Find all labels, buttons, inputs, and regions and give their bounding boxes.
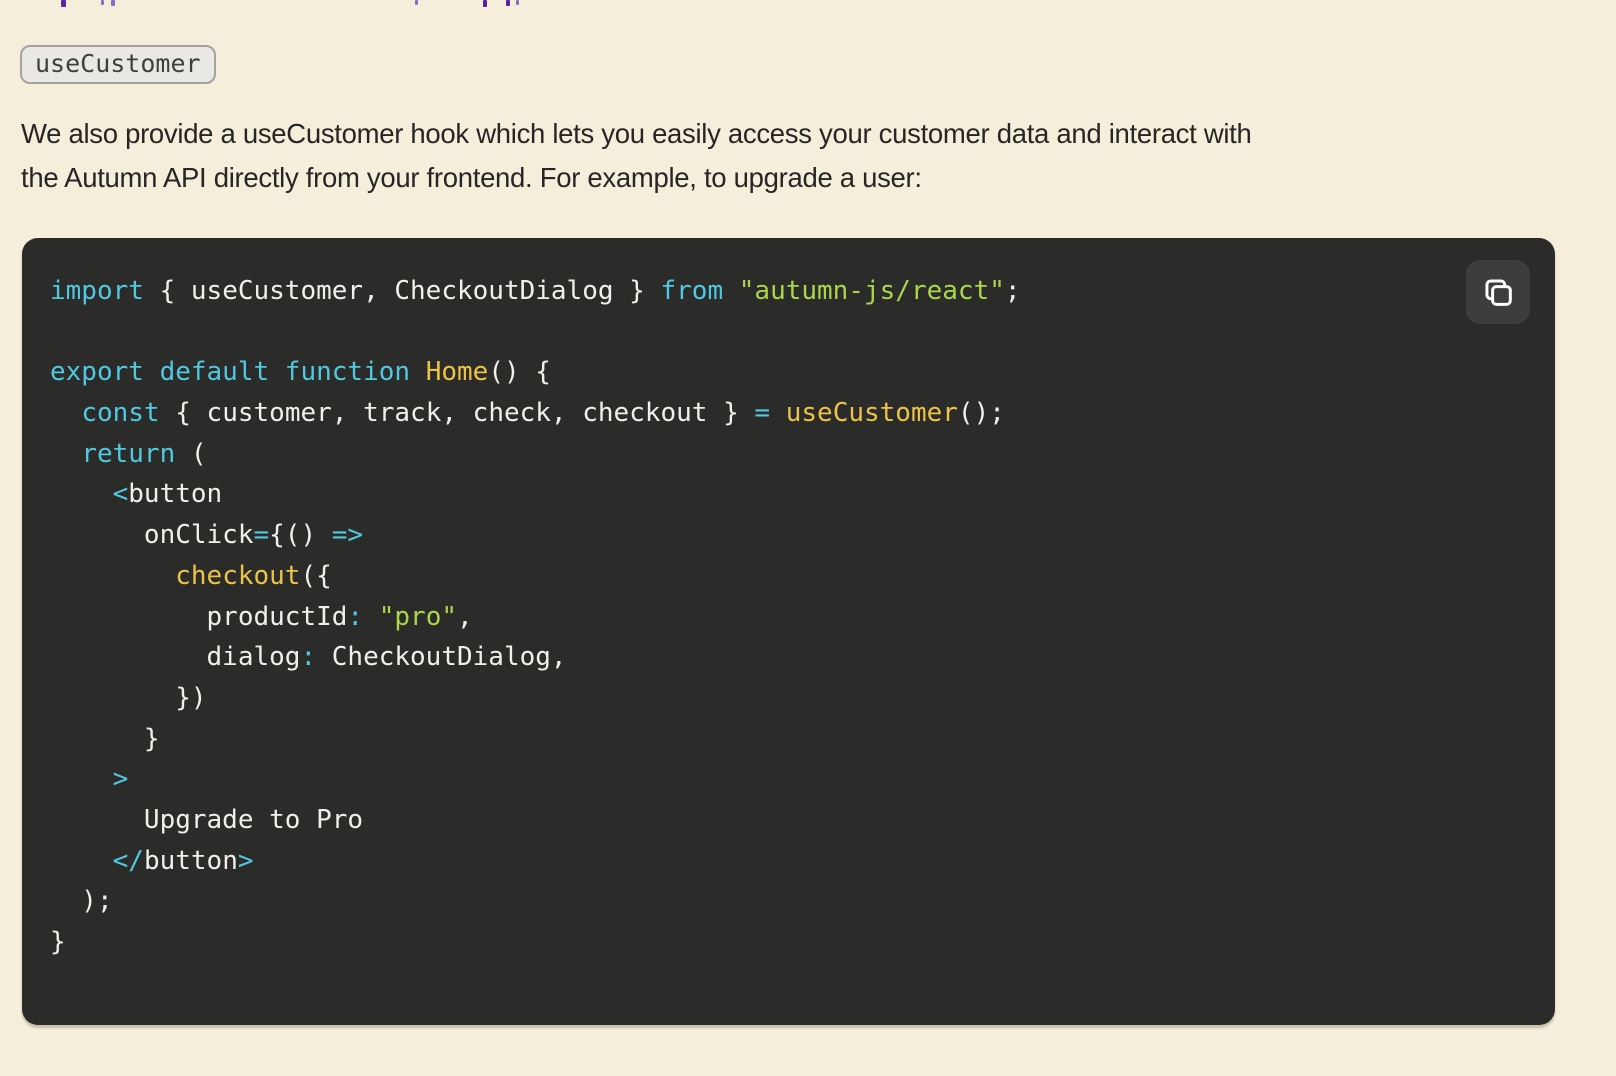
copy-code-button[interactable] — [1466, 260, 1530, 324]
code-block: import { useCustomer, CheckoutDialog } f… — [22, 238, 1555, 1025]
code-line: </button> — [112, 845, 254, 876]
code-line: dialog: CheckoutDialog, — [50, 642, 567, 673]
clipped-link-fragment — [506, 0, 510, 6]
code-line: } — [50, 927, 66, 957]
clipped-link-fragment — [516, 0, 519, 5]
use-customer-badge: useCustomer — [20, 45, 216, 84]
code-line: export default function Home() { — [50, 357, 551, 388]
intro-paragraph: We also provide a useCustomer hook which… — [21, 112, 1541, 200]
code-line: return ( — [81, 438, 207, 469]
code-line: productId: "pro", — [50, 601, 473, 632]
code-line: } — [50, 723, 160, 754]
code-line: const { customer, track, check, checkout… — [81, 398, 1005, 429]
code-line: }) — [50, 682, 207, 713]
clipped-link-fragment — [61, 0, 66, 7]
code-line: ); — [50, 886, 113, 917]
copy-icon — [1481, 275, 1515, 309]
code-line: <button — [112, 479, 223, 510]
code-line: import { useCustomer, CheckoutDialog } f… — [50, 276, 1021, 306]
clipped-link-fragment — [483, 0, 487, 7]
clipped-link-fragment — [101, 0, 104, 5]
code-line: onClick={() => — [50, 520, 364, 551]
code-line: Upgrade to Pro — [50, 804, 364, 835]
clipped-link-fragment — [415, 0, 418, 5]
clipped-link-fragment — [111, 0, 115, 6]
code-line: checkout({ — [175, 560, 332, 591]
code-line: > — [112, 764, 129, 795]
intro-paragraph-line-1: We also provide a useCustomer hook which… — [21, 118, 1252, 149]
code-content: import { useCustomer, CheckoutDialog } f… — [50, 271, 1527, 963]
intro-paragraph-line-2: the Autumn API directly from your fronte… — [21, 162, 922, 193]
